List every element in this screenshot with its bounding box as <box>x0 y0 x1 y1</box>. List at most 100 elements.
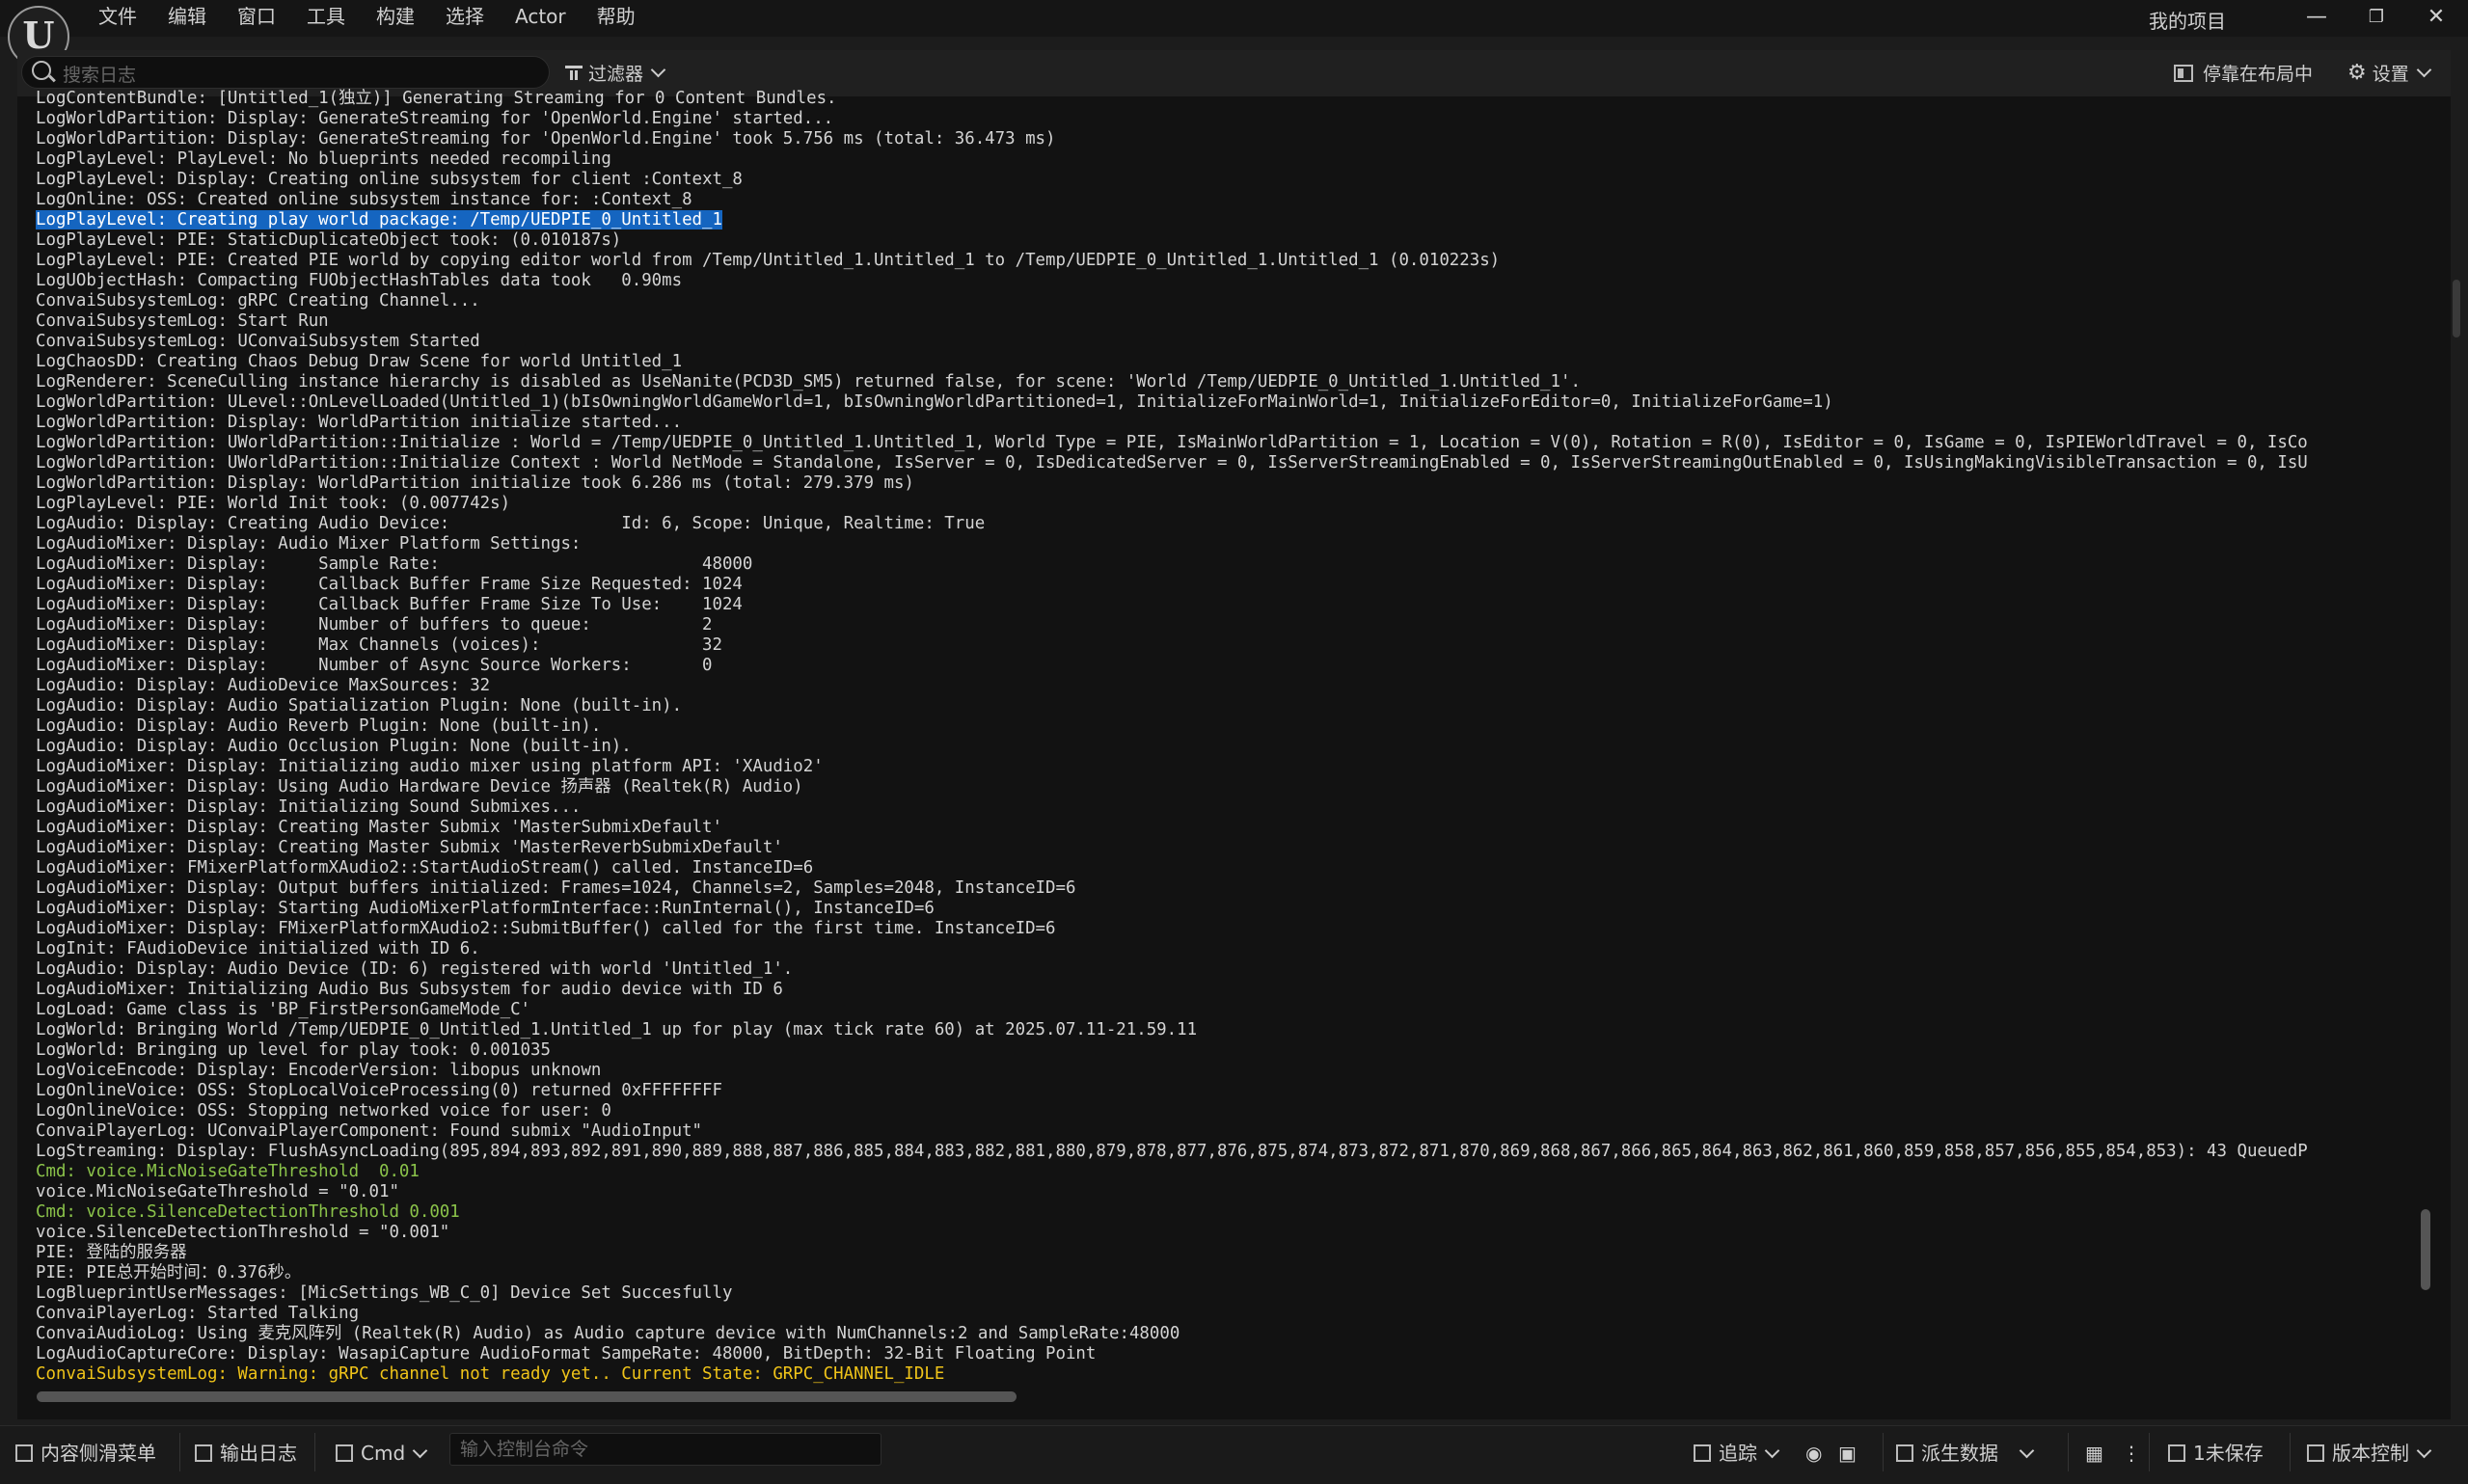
log-text-area[interactable]: LogContentBundle: [Untitled_1(独立)] Gener… <box>36 89 2416 1386</box>
log-line[interactable]: LogAudioMixer: Display: Number of buffer… <box>36 615 2416 635</box>
log-line[interactable]: LogOnlineVoice: OSS: Stopping networked … <box>36 1101 2416 1121</box>
log-line[interactable]: LogAudioMixer: FMixerPlatformXAudio2::St… <box>36 858 2416 878</box>
close-icon[interactable]: ✕ <box>2407 2 2465 33</box>
log-line[interactable]: LogAudioMixer: Display: Sample Rate: 480… <box>36 554 2416 575</box>
log-line[interactable]: Cmd: voice.MicNoiseGateThreshold 0.01 <box>36 1162 2416 1182</box>
log-line[interactable]: LogLoad: Game class is 'BP_FirstPersonGa… <box>36 1000 2416 1020</box>
log-line[interactable]: LogWorld: Bringing up level for play too… <box>36 1040 2416 1061</box>
cmd-selector[interactable]: Cmd <box>336 1437 428 1470</box>
log-line[interactable]: LogAudioMixer: Display: Starting AudioMi… <box>36 899 2416 919</box>
log-line[interactable]: LogAudio: Display: AudioDevice MaxSource… <box>36 676 2416 696</box>
log-line[interactable]: ConvaiAudioLog: Using 麦克风阵列 (Realtek(R) … <box>36 1324 2416 1344</box>
log-line[interactable]: PIE: 登陆的服务器 <box>36 1243 2416 1263</box>
menu-tools[interactable]: 工具 <box>291 0 361 35</box>
log-line[interactable]: LogWorldPartition: UWorldPartition::Init… <box>36 433 2416 453</box>
menu-window[interactable]: 窗口 <box>222 0 291 35</box>
log-line[interactable]: LogContentBundle: [Untitled_1(独立)] Gener… <box>36 89 2416 109</box>
log-line[interactable]: ConvaiSubsystemLog: Start Run <box>36 311 2416 332</box>
source-control-button[interactable]: 版本控制 <box>2307 1437 2432 1470</box>
log-line[interactable]: ConvaiSubsystemLog: gRPC Creating Channe… <box>36 291 2416 311</box>
log-line[interactable]: LogWorldPartition: Display: GenerateStre… <box>36 109 2416 129</box>
log-line[interactable]: LogPlayLevel: PIE: Created PIE world by … <box>36 251 2416 271</box>
log-line[interactable]: LogAudioMixer: Display: Max Channels (vo… <box>36 635 2416 656</box>
log-selection[interactable]: LogPlayLevel: Creating play world packag… <box>36 210 722 229</box>
log-line[interactable]: voice.SilenceDetectionThreshold = "0.001… <box>36 1223 2416 1243</box>
log-line[interactable]: LogAudio: Display: Audio Reverb Plugin: … <box>36 716 2416 737</box>
log-line[interactable]: PIE: PIE总开始时间：0.376秒。 <box>36 1263 2416 1283</box>
screenshot-icon[interactable]: ▣ <box>1838 1437 1857 1470</box>
log-line[interactable]: LogAudio: Display: Audio Spatialization … <box>36 696 2416 716</box>
log-line[interactable]: LogAudioMixer: Display: Initializing Sou… <box>36 797 2416 818</box>
log-line[interactable]: LogAudioMixer: Display: Number of Async … <box>36 656 2416 676</box>
record-icon[interactable]: ◉ <box>1805 1437 1822 1470</box>
menu-build[interactable]: 构建 <box>361 0 430 35</box>
log-line[interactable]: LogWorldPartition: Display: GenerateStre… <box>36 129 2416 149</box>
log-horizontal-scrollbar[interactable] <box>37 1391 1017 1402</box>
log-search-input[interactable]: 搜索日志 <box>21 56 550 89</box>
log-line[interactable]: LogAudioMixer: Display: Audio Mixer Plat… <box>36 534 2416 554</box>
log-line[interactable]: LogWorld: Bringing World /Temp/UEDPIE_0_… <box>36 1020 2416 1040</box>
log-line[interactable]: LogStreaming: Display: FlushAsyncLoading… <box>36 1142 2416 1162</box>
menu-actor[interactable]: Actor <box>500 0 582 35</box>
log-line[interactable]: LogOnlineVoice: OSS: StopLocalVoiceProce… <box>36 1081 2416 1101</box>
divider <box>1883 1433 1884 1471</box>
output-log-button[interactable]: 输出日志 <box>195 1437 297 1470</box>
panel-vertical-scrollbar[interactable] <box>2453 280 2460 337</box>
network-icon[interactable]: ▦ <box>2085 1437 2103 1470</box>
filter-button[interactable]: 过滤器 <box>565 60 666 86</box>
content-drawer-icon <box>15 1444 33 1462</box>
log-line[interactable]: LogWorldPartition: UWorldPartition::Init… <box>36 453 2416 473</box>
content-drawer-button[interactable]: 内容侧滑菜单 <box>15 1437 156 1470</box>
log-line[interactable]: LogWorldPartition: Display: WorldPartiti… <box>36 473 2416 494</box>
main-menu: 文件 编辑 窗口 工具 构建 选择 Actor 帮助 <box>83 0 651 35</box>
log-line[interactable]: LogWorldPartition: ULevel::OnLevelLoaded… <box>36 392 2416 413</box>
dock-in-layout-button[interactable]: 停靠在布局中 <box>2174 60 2313 86</box>
log-vertical-scrollbar[interactable] <box>2421 1209 2430 1290</box>
log-line[interactable]: LogInit: FAudioDevice initialized with I… <box>36 939 2416 959</box>
log-line[interactable]: LogAudio: Display: Audio Occlusion Plugi… <box>36 737 2416 757</box>
log-line[interactable]: LogAudioMixer: Display: Output buffers i… <box>36 878 2416 899</box>
log-line[interactable]: Cmd: voice.SilenceDetectionThreshold 0.0… <box>36 1202 2416 1223</box>
menu-edit[interactable]: 编辑 <box>152 0 222 35</box>
log-line[interactable]: LogPlayLevel: Display: Creating online s… <box>36 170 2416 190</box>
log-line[interactable]: LogPlayLevel: PIE: World Init took: (0.0… <box>36 494 2416 514</box>
log-line[interactable]: ConvaiSubsystemLog: UConvaiSubsystem Sta… <box>36 332 2416 352</box>
log-line[interactable]: LogAudioMixer: Initializing Audio Bus Su… <box>36 980 2416 1000</box>
log-line[interactable]: LogAudioMixer: Display: Creating Master … <box>36 818 2416 838</box>
log-line[interactable]: voice.MicNoiseGateThreshold = "0.01" <box>36 1182 2416 1202</box>
log-line[interactable]: LogOnline: OSS: Created online subsystem… <box>36 190 2416 210</box>
log-line[interactable]: ConvaiSubsystemLog: Warning: gRPC channe… <box>36 1364 2416 1385</box>
log-line[interactable]: LogPlayLevel: PlayLevel: No blueprints n… <box>36 149 2416 170</box>
menu-file[interactable]: 文件 <box>83 0 152 35</box>
more-options-icon[interactable]: ⋮ <box>2122 1437 2141 1470</box>
log-line[interactable]: LogPlayLevel: PIE: StaticDuplicateObject… <box>36 230 2416 251</box>
log-line[interactable]: LogAudioMixer: Display: Creating Master … <box>36 838 2416 858</box>
derived-data-button[interactable]: 派生数据 <box>1896 1437 2035 1470</box>
trace-button[interactable]: 追踪 <box>1694 1437 1780 1470</box>
log-line[interactable]: LogChaosDD: Creating Chaos Debug Draw Sc… <box>36 352 2416 372</box>
log-line[interactable]: LogAudioCaptureCore: Display: WasapiCapt… <box>36 1344 2416 1364</box>
log-line[interactable]: LogWorldPartition: Display: WorldPartiti… <box>36 413 2416 433</box>
log-line[interactable]: LogRenderer: SceneCulling instance hiera… <box>36 372 2416 392</box>
log-line[interactable]: LogAudioMixer: Display: Callback Buffer … <box>36 575 2416 595</box>
menu-select[interactable]: 选择 <box>430 0 500 35</box>
log-line[interactable]: LogAudio: Display: Audio Device (ID: 6) … <box>36 959 2416 980</box>
log-line[interactable]: LogPlayLevel: Creating play world packag… <box>36 210 2416 230</box>
divider <box>314 1433 315 1471</box>
log-line[interactable]: LogBlueprintUserMessages: [MicSettings_W… <box>36 1283 2416 1304</box>
log-line[interactable]: LogAudioMixer: Display: Using Audio Hard… <box>36 777 2416 797</box>
unsaved-button[interactable]: 1未保存 <box>2168 1437 2264 1470</box>
log-line[interactable]: ConvaiPlayerLog: UConvaiPlayerComponent:… <box>36 1121 2416 1142</box>
log-line[interactable]: LogAudio: Display: Creating Audio Device… <box>36 514 2416 534</box>
log-line[interactable]: LogUObjectHash: Compacting FUObjectHashT… <box>36 271 2416 291</box>
settings-button[interactable]: ⚙ 设置 <box>2347 60 2432 86</box>
menu-help[interactable]: 帮助 <box>582 0 651 35</box>
log-line[interactable]: LogAudioMixer: Display: Initializing aud… <box>36 757 2416 777</box>
log-line[interactable]: ConvaiPlayerLog: Started Talking <box>36 1304 2416 1324</box>
console-command-input[interactable] <box>449 1433 881 1466</box>
log-line[interactable]: LogAudioMixer: Display: Callback Buffer … <box>36 595 2416 615</box>
restore-icon[interactable]: ❐ <box>2347 2 2405 33</box>
minimize-icon[interactable]: — <box>2288 2 2346 33</box>
log-line[interactable]: LogAudioMixer: Display: FMixerPlatformXA… <box>36 919 2416 939</box>
log-line[interactable]: LogVoiceEncode: Display: EncoderVersion:… <box>36 1061 2416 1081</box>
